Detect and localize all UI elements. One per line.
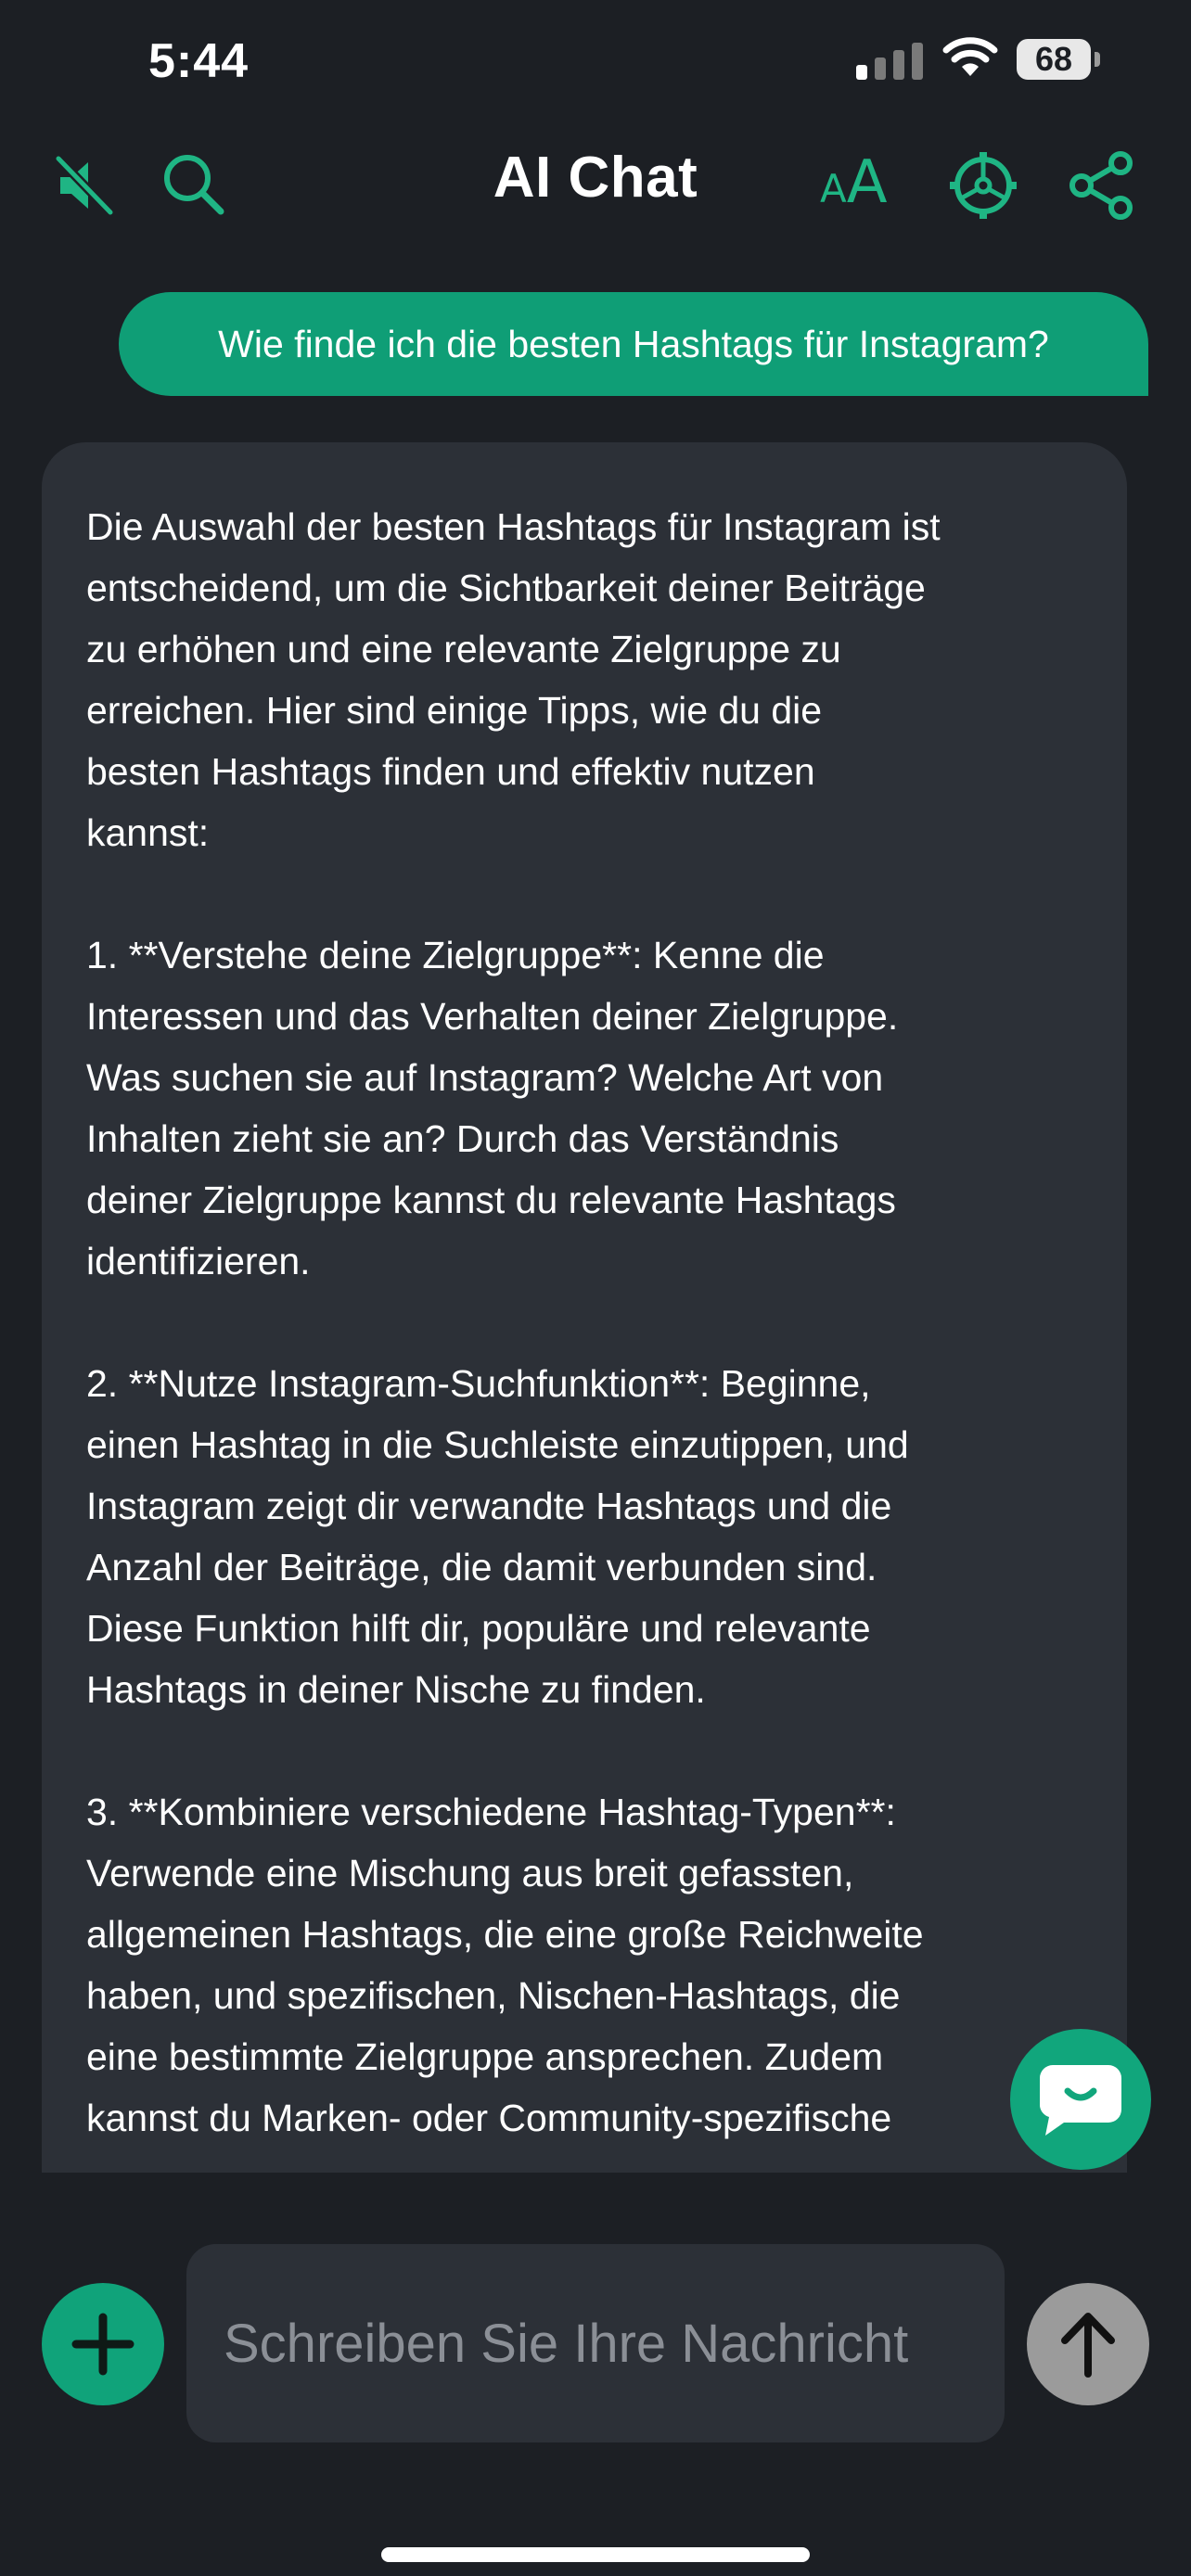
assistant-message-text: Die Auswahl der besten Hashtags für Inst… <box>86 505 941 2139</box>
arrow-up-icon <box>1061 2313 1115 2378</box>
plus-icon <box>71 2313 134 2376</box>
font-size-small-label: A <box>820 166 847 211</box>
home-indicator[interactable] <box>381 2547 810 2562</box>
battery-tip <box>1095 52 1100 67</box>
message-input[interactable] <box>222 2311 986 2376</box>
chat-bubble-icon <box>1040 2065 1121 2136</box>
assistant-message-bubble: Die Auswahl der besten Hashtags für Inst… <box>42 442 1127 2173</box>
status-time: 5:44 <box>148 34 250 88</box>
user-message-text: Wie finde ich die besten Hashtags für In… <box>218 322 1049 365</box>
message-input-container[interactable] <box>186 2244 1005 2442</box>
wifi-icon <box>942 37 998 76</box>
add-attachment-button[interactable] <box>42 2283 164 2405</box>
chat-screen: 5:44 68 AI Chat AA Wie finde ich die bes… <box>0 0 1191 2576</box>
chat-feedback-button[interactable] <box>1010 2029 1151 2170</box>
battery-indicator: 68 <box>1017 39 1091 80</box>
font-size-large-label: A <box>846 148 888 217</box>
font-size-icon[interactable]: AA <box>820 148 888 217</box>
share-icon[interactable] <box>1063 147 1141 224</box>
settings-icon[interactable] <box>944 147 1022 224</box>
cellular-signal-icon <box>856 43 923 80</box>
send-button[interactable] <box>1027 2283 1149 2405</box>
user-message-bubble: Wie finde ich die besten Hashtags für In… <box>119 292 1148 396</box>
